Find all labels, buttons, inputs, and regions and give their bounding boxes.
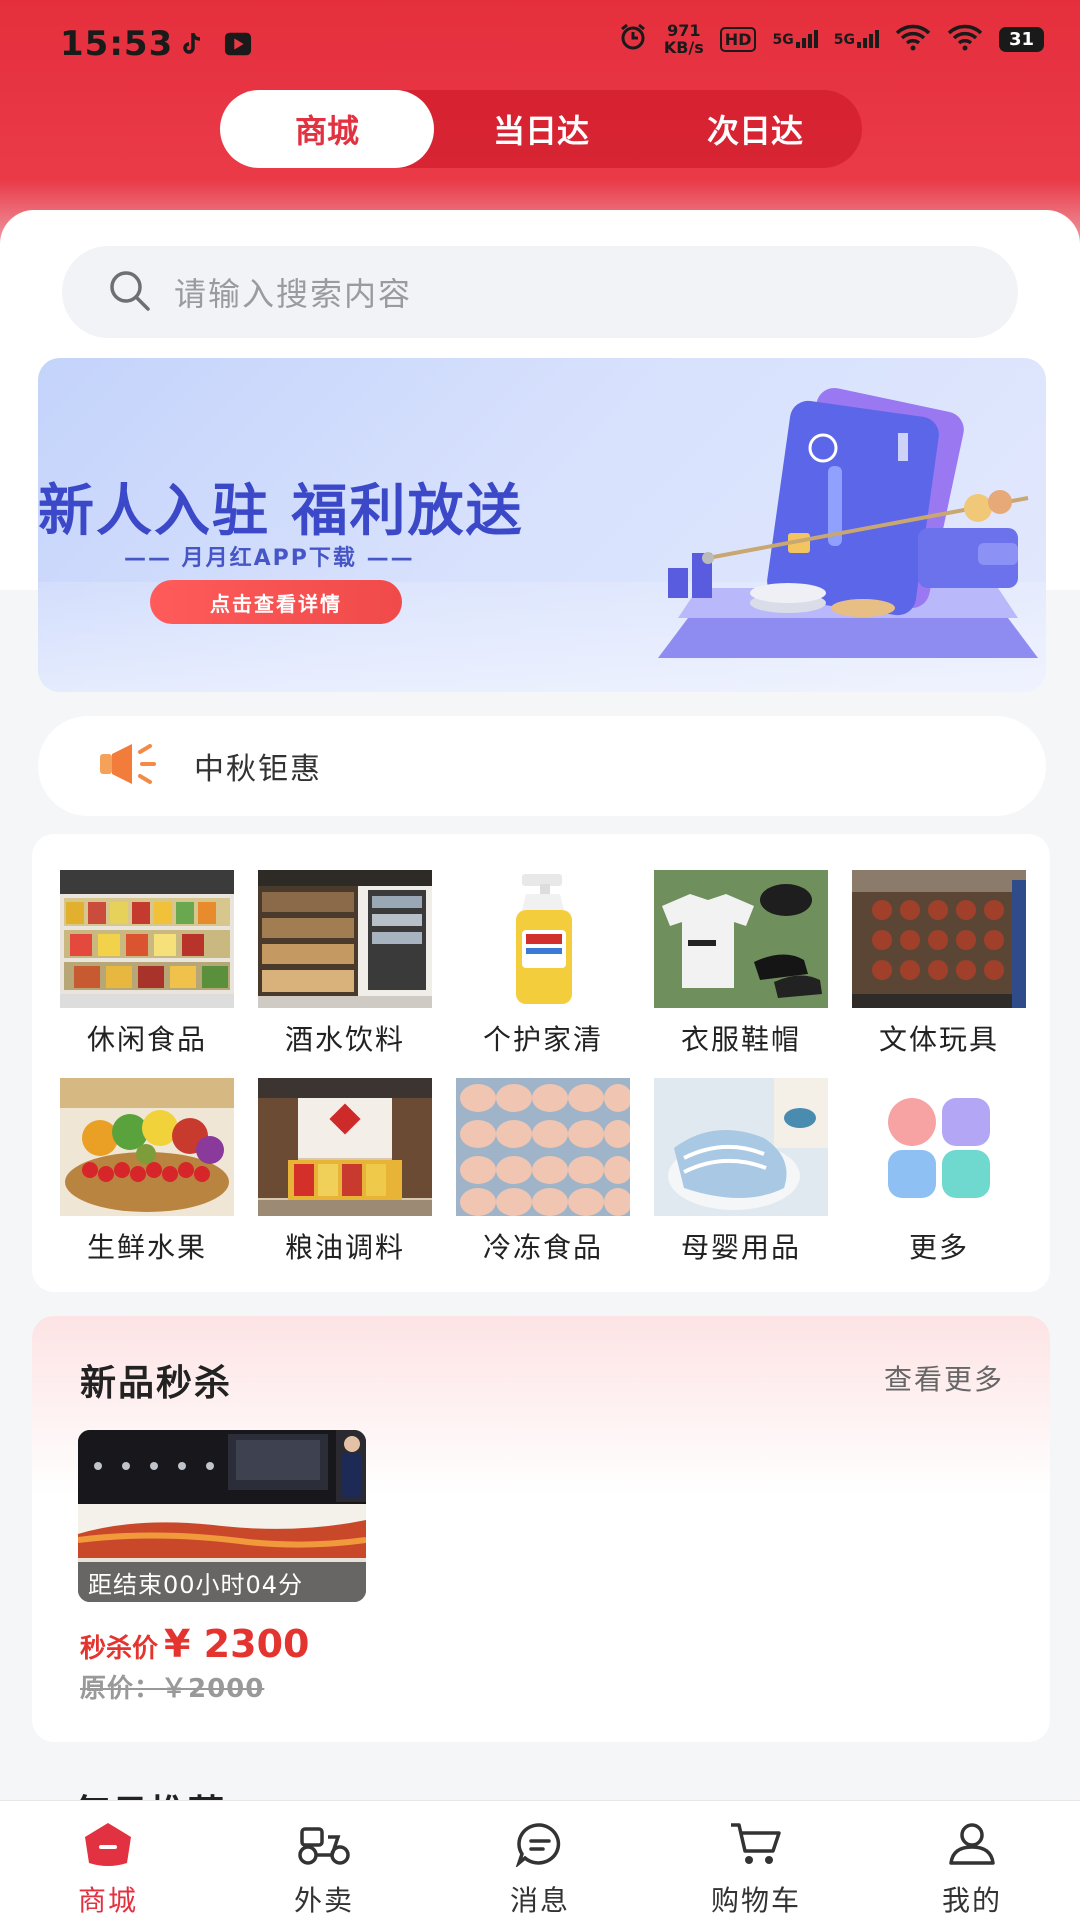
- category-snacks[interactable]: 休闲食品: [60, 870, 234, 1058]
- network-speed-value: 971: [667, 21, 701, 40]
- flash-sale-more-link[interactable]: 查看更多: [884, 1358, 1004, 1398]
- tab-bar-messages[interactable]: 消息: [432, 1801, 648, 1920]
- category-label: 冷冻食品: [482, 1231, 603, 1264]
- category-label: 粮油调料: [284, 1231, 405, 1264]
- flash-price-label: 秒杀价: [80, 1634, 159, 1664]
- wifi-icon-secondary: [947, 23, 983, 55]
- banner-title: 新人入驻 福利放送: [38, 479, 524, 544]
- signal-label: 5G: [772, 32, 794, 48]
- signal-label: 5G: [833, 32, 855, 48]
- category-label: 生鲜水果: [86, 1231, 207, 1264]
- category-label: 文体玩具: [878, 1023, 999, 1056]
- tab-label: 购物车: [710, 1884, 801, 1917]
- announcement-text: 中秋钜惠: [194, 752, 322, 787]
- scooter-icon: [296, 1821, 352, 1871]
- category-label: 个护家清: [482, 1023, 603, 1056]
- tab-bar-profile[interactable]: 我的: [864, 1801, 1080, 1920]
- status-bar: 15:53 971 KB/s HD 5G 5G 31: [0, 0, 1080, 92]
- category-baby[interactable]: 母婴用品: [654, 1078, 828, 1266]
- category-fresh-fruit[interactable]: 生鲜水果: [60, 1078, 234, 1266]
- signal-bars-icon: [856, 30, 879, 48]
- category-label: 更多: [908, 1231, 969, 1264]
- tab-bar-delivery[interactable]: 外卖: [216, 1801, 432, 1920]
- flash-original-price: 原价：￥2000: [80, 1674, 265, 1704]
- announcement-bar[interactable]: 中秋钜惠: [38, 716, 1046, 816]
- tab-same-day[interactable]: 当日达: [434, 90, 648, 168]
- flash-price-value: ¥ 2300: [164, 1622, 310, 1666]
- wifi-icon: [895, 23, 931, 55]
- search-placeholder: 请输入搜索内容: [174, 275, 413, 313]
- category-frozen-food[interactable]: 冷冻食品: [456, 1078, 630, 1266]
- category-image-snacks: [60, 870, 234, 1008]
- banner-subtitle: —— 月月红APP下载 ——: [124, 546, 415, 571]
- category-label: 休闲食品: [86, 1023, 207, 1056]
- status-time: 15:53: [60, 24, 174, 64]
- category-image-drinks: [258, 870, 432, 1008]
- status-system-icons: 971 KB/s HD 5G 5G 31: [618, 22, 1044, 56]
- signal-bars-icon: [795, 30, 818, 48]
- banner-detail-button[interactable]: 点击查看详情: [150, 580, 402, 624]
- signal-strength-1: 5G: [772, 30, 818, 48]
- tab-bar-home[interactable]: 商城: [0, 1801, 216, 1920]
- top-segment-tabs: 商城 当日达 次日达: [220, 90, 862, 168]
- home-icon: [83, 1821, 133, 1871]
- category-image-personal-care: [456, 870, 630, 1008]
- network-speed: 971 KB/s: [664, 22, 704, 56]
- category-image-baby: [654, 1078, 828, 1216]
- category-grid: 休闲食品 酒水饮料 个护家清 衣服鞋帽 文体玩具 生鲜水果 粮油调料 冷冻食品 …: [32, 834, 1050, 1292]
- search-input[interactable]: 请输入搜索内容: [62, 246, 1018, 338]
- alarm-icon: [618, 22, 648, 56]
- flash-sale-section: 新品秒杀 查看更多 距结束00小时04分 秒杀价 ¥ 2300 原价：￥2000: [32, 1316, 1050, 1742]
- cart-icon: [729, 1821, 783, 1871]
- flash-sale-price: 秒杀价 ¥ 2300: [80, 1622, 309, 1666]
- search-icon: [106, 267, 152, 317]
- signal-strength-2: 5G: [834, 30, 879, 48]
- category-image-grain-oil: [258, 1078, 432, 1216]
- tab-label: 外卖: [293, 1884, 354, 1917]
- tab-bar-cart[interactable]: 购物车: [648, 1801, 864, 1920]
- flash-sale-product-image[interactable]: 距结束00小时04分: [78, 1430, 366, 1602]
- category-grain-oil[interactable]: 粮油调料: [258, 1078, 432, 1266]
- video-app-icon: [224, 30, 252, 58]
- speaker-icon: [96, 742, 160, 790]
- message-icon: [515, 1821, 565, 1871]
- category-image-apparel: [654, 870, 828, 1008]
- tab-label: 消息: [509, 1884, 570, 1917]
- category-image-toys-sports: [852, 870, 1026, 1008]
- promo-banner[interactable]: 新人入驻 福利放送 —— 月月红APP下载 —— 点击查看详情: [38, 358, 1046, 692]
- flash-sale-countdown: 距结束00小时04分: [78, 1562, 366, 1602]
- bottom-tab-bar: 商城 外卖 消息 购物车 我的: [0, 1800, 1080, 1920]
- category-personal-care[interactable]: 个护家清: [456, 870, 630, 1058]
- banner-credit-card-illustration: [658, 387, 1038, 658]
- category-label: 酒水饮料: [284, 1023, 405, 1056]
- category-image-fresh-fruit: [60, 1078, 234, 1216]
- category-image-frozen-food: [456, 1078, 630, 1216]
- tiktok-icon: [178, 30, 206, 58]
- network-speed-unit: KB/s: [663, 38, 704, 57]
- category-drinks[interactable]: 酒水饮料: [258, 870, 432, 1058]
- tab-mall[interactable]: 商城: [220, 90, 434, 168]
- tab-label: 商城: [77, 1884, 138, 1917]
- category-more[interactable]: 更多: [852, 1078, 1026, 1266]
- battery-indicator: 31: [998, 26, 1044, 52]
- flash-sale-title: 新品秒杀: [80, 1363, 233, 1404]
- status-notification-icons: [178, 30, 252, 58]
- category-label: 衣服鞋帽: [680, 1023, 801, 1056]
- user-icon: [947, 1821, 997, 1871]
- category-label: 母婴用品: [680, 1231, 801, 1264]
- hd-badge: HD: [719, 26, 757, 52]
- more-grid-icon: [852, 1078, 1026, 1216]
- category-toys-sports[interactable]: 文体玩具: [852, 870, 1026, 1058]
- tab-next-day[interactable]: 次日达: [648, 90, 862, 168]
- tab-label: 我的: [941, 1884, 1002, 1917]
- category-apparel[interactable]: 衣服鞋帽: [654, 870, 828, 1058]
